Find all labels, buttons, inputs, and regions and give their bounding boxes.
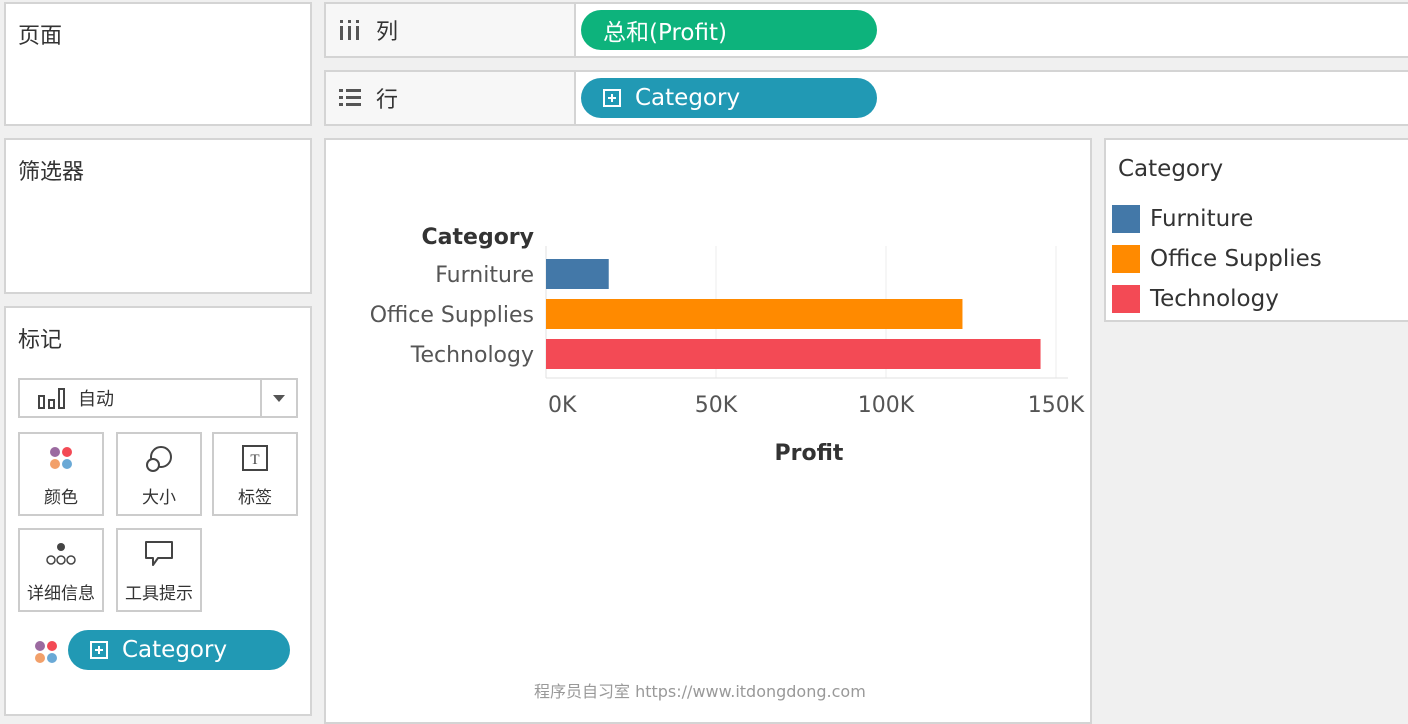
mark-type-label: 自动 bbox=[78, 389, 114, 410]
label-label: 标签 bbox=[238, 488, 272, 508]
rows-shelf-header: 行 bbox=[326, 72, 576, 124]
category-row-pill[interactable]: Category bbox=[581, 78, 877, 118]
pages-panel: 页面 bbox=[4, 2, 312, 126]
pages-title: 页面 bbox=[18, 24, 63, 49]
category-label: Technology bbox=[410, 343, 534, 368]
legend-label: Furniture bbox=[1150, 206, 1254, 232]
bar-chart[interactable]: Category Furniture Office Supplies Technolo… bbox=[326, 140, 1090, 722]
watermark: 程序员自习室 https://www.itdongdong.com bbox=[534, 682, 866, 701]
size-icon bbox=[146, 446, 172, 472]
x-tick-label: 50K bbox=[695, 393, 738, 418]
filters-panel: 筛选器 bbox=[4, 138, 312, 294]
legend-title: Category bbox=[1118, 156, 1224, 182]
mark-type-dropdown[interactable]: 自动 bbox=[18, 378, 298, 418]
columns-shelf[interactable]: 列 总和(Profit) bbox=[324, 2, 1408, 58]
category-pill-label: Category bbox=[635, 85, 741, 111]
expand-icon[interactable] bbox=[90, 641, 108, 659]
color-icon bbox=[50, 447, 72, 469]
legend-label: Office Supplies bbox=[1150, 246, 1322, 272]
marks-title: 标记 bbox=[18, 328, 63, 353]
legend-swatch bbox=[1112, 285, 1140, 313]
legend-swatch bbox=[1112, 205, 1140, 233]
x-tick-label: 100K bbox=[858, 393, 915, 418]
legend-swatch bbox=[1112, 245, 1140, 273]
color-category-pill[interactable]: Category bbox=[68, 630, 290, 670]
category-label: Furniture bbox=[435, 263, 534, 288]
bar-chart-icon bbox=[38, 388, 65, 409]
bar bbox=[546, 299, 963, 329]
profit-pill-label: 总和(Profit) bbox=[603, 20, 727, 46]
tooltip-icon bbox=[145, 541, 173, 566]
bar bbox=[546, 339, 1041, 369]
marks-panel: 标记 自动 颜色 大小 T 标签 详细信息 工具提示 Category bbox=[4, 306, 312, 716]
size-button[interactable]: 大小 bbox=[116, 432, 202, 516]
expand-icon[interactable] bbox=[603, 89, 621, 107]
profit-sum-pill[interactable]: 总和(Profit) bbox=[581, 10, 877, 50]
tooltip-label: 工具提示 bbox=[125, 584, 193, 604]
bar bbox=[546, 259, 609, 289]
columns-shelf-header: 列 bbox=[326, 4, 576, 56]
color-label: 颜色 bbox=[44, 488, 78, 508]
color-pill-label: Category bbox=[122, 637, 228, 663]
label-icon: T bbox=[242, 445, 268, 471]
filters-title: 筛选器 bbox=[18, 160, 85, 185]
columns-icon bbox=[340, 20, 359, 40]
row-header: Category bbox=[422, 225, 534, 250]
chevron-down-icon[interactable] bbox=[260, 380, 296, 416]
size-label: 大小 bbox=[142, 488, 176, 508]
x-axis-title: Profit bbox=[775, 441, 844, 466]
columns-shelf-label: 列 bbox=[376, 20, 399, 45]
rows-shelf-label: 行 bbox=[376, 88, 399, 113]
detail-label: 详细信息 bbox=[27, 584, 95, 604]
tooltip-button[interactable]: 工具提示 bbox=[116, 528, 202, 612]
legend-label: Technology bbox=[1150, 286, 1279, 312]
detail-icon bbox=[46, 543, 76, 565]
detail-button[interactable]: 详细信息 bbox=[18, 528, 104, 612]
color-icon bbox=[35, 641, 57, 663]
chart-area: Category Furniture Office Supplies Technolo… bbox=[324, 138, 1092, 724]
x-tick-label: 150K bbox=[1028, 393, 1085, 418]
rows-icon bbox=[339, 89, 361, 106]
legend-item-furniture[interactable]: Furniture bbox=[1112, 204, 1253, 234]
category-label: Office Supplies bbox=[370, 303, 534, 328]
legend-item-technology[interactable]: Technology bbox=[1112, 284, 1279, 314]
legend-item-office-supplies[interactable]: Office Supplies bbox=[1112, 244, 1322, 274]
label-button[interactable]: T 标签 bbox=[212, 432, 298, 516]
svg-text:T: T bbox=[250, 452, 259, 468]
rows-shelf[interactable]: 行 Category bbox=[324, 70, 1408, 126]
x-tick-label: 0K bbox=[548, 393, 577, 418]
legend-panel: Category Furniture Office Supplies Techn… bbox=[1104, 138, 1408, 322]
color-button[interactable]: 颜色 bbox=[18, 432, 104, 516]
